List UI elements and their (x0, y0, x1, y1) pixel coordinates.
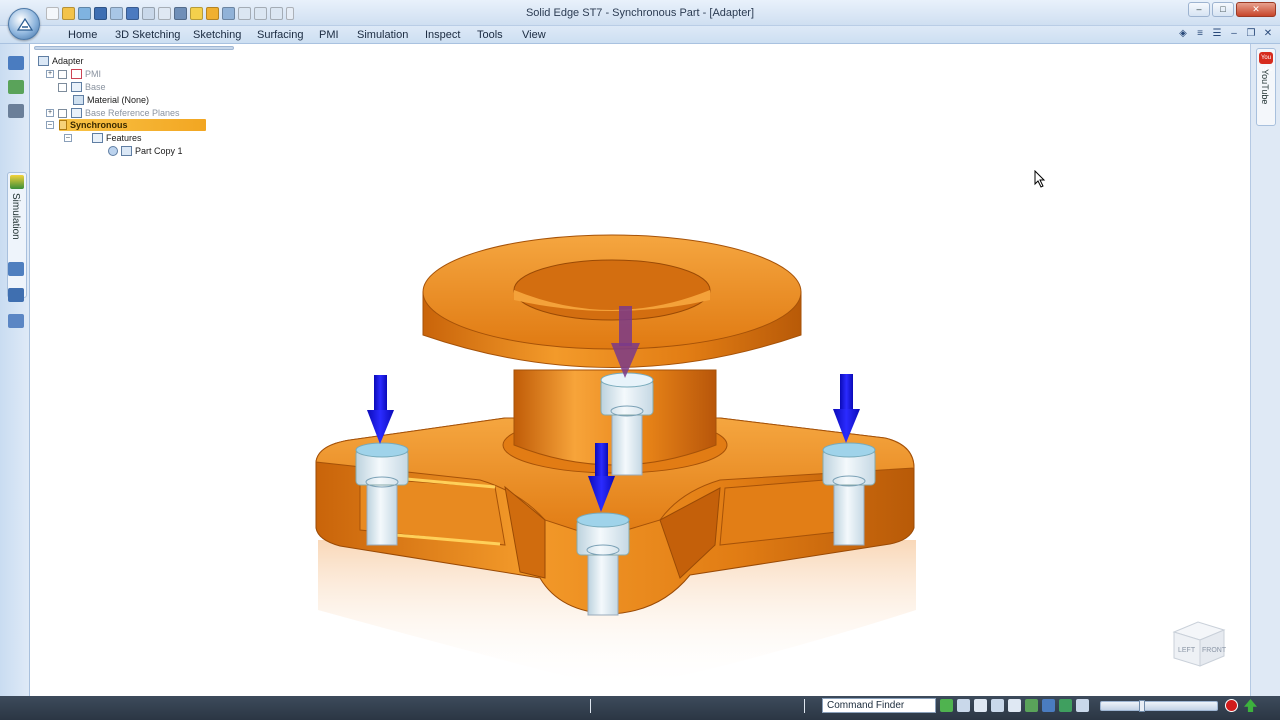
tree-item-base[interactable]: Base (58, 81, 106, 93)
close-button[interactable]: ✕ (1236, 2, 1276, 17)
window-controls: – □ ✕ (1188, 2, 1276, 17)
tree-item-pmi[interactable]: + PMI (46, 68, 101, 80)
expand-icon[interactable]: + (46, 70, 54, 78)
path-finder-splitter[interactable] (34, 46, 234, 50)
doc-restore-icon[interactable]: ❐ (1245, 28, 1257, 40)
expand-icon[interactable]: + (46, 109, 54, 117)
pan-icon[interactable] (1008, 699, 1021, 712)
tree-item-label: PMI (85, 69, 102, 79)
solid-edge-logo-icon (16, 17, 34, 31)
collapse-icon[interactable]: – (64, 134, 72, 142)
maximize-button[interactable]: □ (1212, 2, 1234, 17)
part-copy-icon (121, 146, 132, 156)
zoom-slider-thumb[interactable] (1139, 700, 1145, 712)
view-cube-front-label: FRONT (1202, 647, 1227, 654)
zoom-slider[interactable] (1100, 700, 1218, 712)
application-button[interactable] (8, 8, 40, 40)
status-separator (590, 699, 591, 713)
tab-view[interactable]: View (522, 29, 546, 41)
ribbon-tabs: Home 3D Sketching Sketching Surfacing PM… (0, 26, 1280, 44)
tab-sketching[interactable]: Sketching (193, 29, 241, 41)
status-bar: Command Finder (0, 696, 1280, 720)
left-docking-bar: Simulation (0, 44, 30, 696)
simulation-tab[interactable]: Simulation (7, 172, 27, 298)
tab-pmi[interactable]: PMI (319, 29, 339, 41)
collapse-icon[interactable]: – (46, 121, 54, 129)
settings-icon[interactable] (1076, 699, 1089, 712)
tree-item-base-reference-planes[interactable]: + Base Reference Planes (46, 107, 180, 119)
visibility-checkbox[interactable] (58, 69, 67, 79)
tab-tools[interactable]: Tools (477, 29, 503, 41)
command-finder-input[interactable]: Command Finder (822, 698, 936, 713)
ribbon-right-controls: ◈ ≡ ☰ – ❐ ✕ (1177, 28, 1274, 40)
tree-item-label: Part Copy 1 (135, 146, 183, 156)
fit-icon[interactable] (991, 699, 1004, 712)
minimize-button[interactable]: – (1188, 2, 1210, 17)
record-icon[interactable] (1225, 699, 1238, 712)
tree-item-synchronous-row: – (46, 119, 58, 131)
simulation-icon (10, 175, 24, 189)
tree-item-material[interactable]: Material (None) (73, 94, 149, 106)
title-bar: Solid Edge ST7 - Synchronous Part - [Ada… (0, 0, 1280, 26)
visibility-checkbox[interactable] (58, 82, 67, 92)
material-icon (73, 95, 84, 105)
tree-item-synchronous[interactable]: Synchronous (59, 119, 206, 131)
zoom-area-icon[interactable] (957, 699, 970, 712)
features-icon (92, 133, 103, 143)
path-finder-icon[interactable] (8, 56, 24, 70)
layers-icon[interactable] (8, 80, 24, 94)
tree-item-label: Base (85, 82, 106, 92)
youtube-tab-label: YouTube (1260, 69, 1270, 105)
window-title: Solid Edge ST7 - Synchronous Part - [Ada… (525, 7, 755, 19)
parts-library-icon[interactable] (8, 288, 24, 302)
feature-library-icon[interactable] (8, 104, 24, 118)
tab-3d-sketching[interactable]: 3D Sketching (115, 29, 180, 41)
link-icon (108, 146, 118, 156)
tree-item-label: Base Reference Planes (85, 108, 180, 118)
upload-icon[interactable] (1244, 699, 1257, 712)
views-icon[interactable] (1042, 699, 1055, 712)
view-cube-left-label: LEFT (1178, 647, 1196, 654)
tree-item-features[interactable]: – Features (64, 132, 142, 144)
teamcenter-icon[interactable] (8, 262, 24, 276)
right-docking-bar: You Tube YouTube (1250, 44, 1280, 696)
synchronous-icon (59, 120, 67, 130)
view-tools (940, 699, 1089, 712)
tab-simulation[interactable]: Simulation (357, 29, 408, 41)
doc-close-icon[interactable]: ✕ (1262, 28, 1274, 40)
tree-item-part-copy[interactable]: Part Copy 1 (108, 145, 183, 157)
graphics-window[interactable] (31, 45, 1249, 695)
tree-item-label: Synchronous (70, 120, 128, 130)
tree-root[interactable]: Adapter (38, 55, 84, 67)
options-icon[interactable]: ≡ (1194, 28, 1206, 40)
tab-surfacing[interactable]: Surfacing (257, 29, 303, 41)
visibility-checkbox[interactable] (58, 108, 67, 118)
arrange-icon[interactable]: ☰ (1211, 28, 1223, 40)
pmi-icon (71, 69, 82, 79)
rotate-icon[interactable] (1025, 699, 1038, 712)
family-of-parts-icon[interactable] (8, 314, 24, 328)
view-cube[interactable]: LEFT FRONT (1170, 618, 1228, 670)
youtube-tab[interactable]: You Tube YouTube (1256, 48, 1276, 126)
tree-item-label: Features (106, 133, 142, 143)
tree-item-label: Material (None) (87, 95, 150, 105)
reference-planes-icon (71, 108, 82, 118)
tree-root-label: Adapter (52, 56, 84, 66)
help-icon[interactable]: ◈ (1177, 28, 1189, 40)
doc-minimize-icon[interactable]: – (1228, 28, 1240, 40)
zoom-icon[interactable] (974, 699, 987, 712)
tab-home[interactable]: Home (68, 29, 97, 41)
simulation-tab-label: Simulation (10, 193, 21, 240)
coordinate-system-icon (71, 82, 82, 92)
display-style-icon[interactable] (1059, 699, 1072, 712)
tab-inspect[interactable]: Inspect (425, 29, 460, 41)
go-icon[interactable] (940, 699, 953, 712)
mouse-cursor-icon (1034, 170, 1046, 188)
youtube-logo-icon: You Tube (1259, 52, 1273, 73)
part-icon (38, 56, 49, 66)
status-separator (804, 699, 805, 713)
